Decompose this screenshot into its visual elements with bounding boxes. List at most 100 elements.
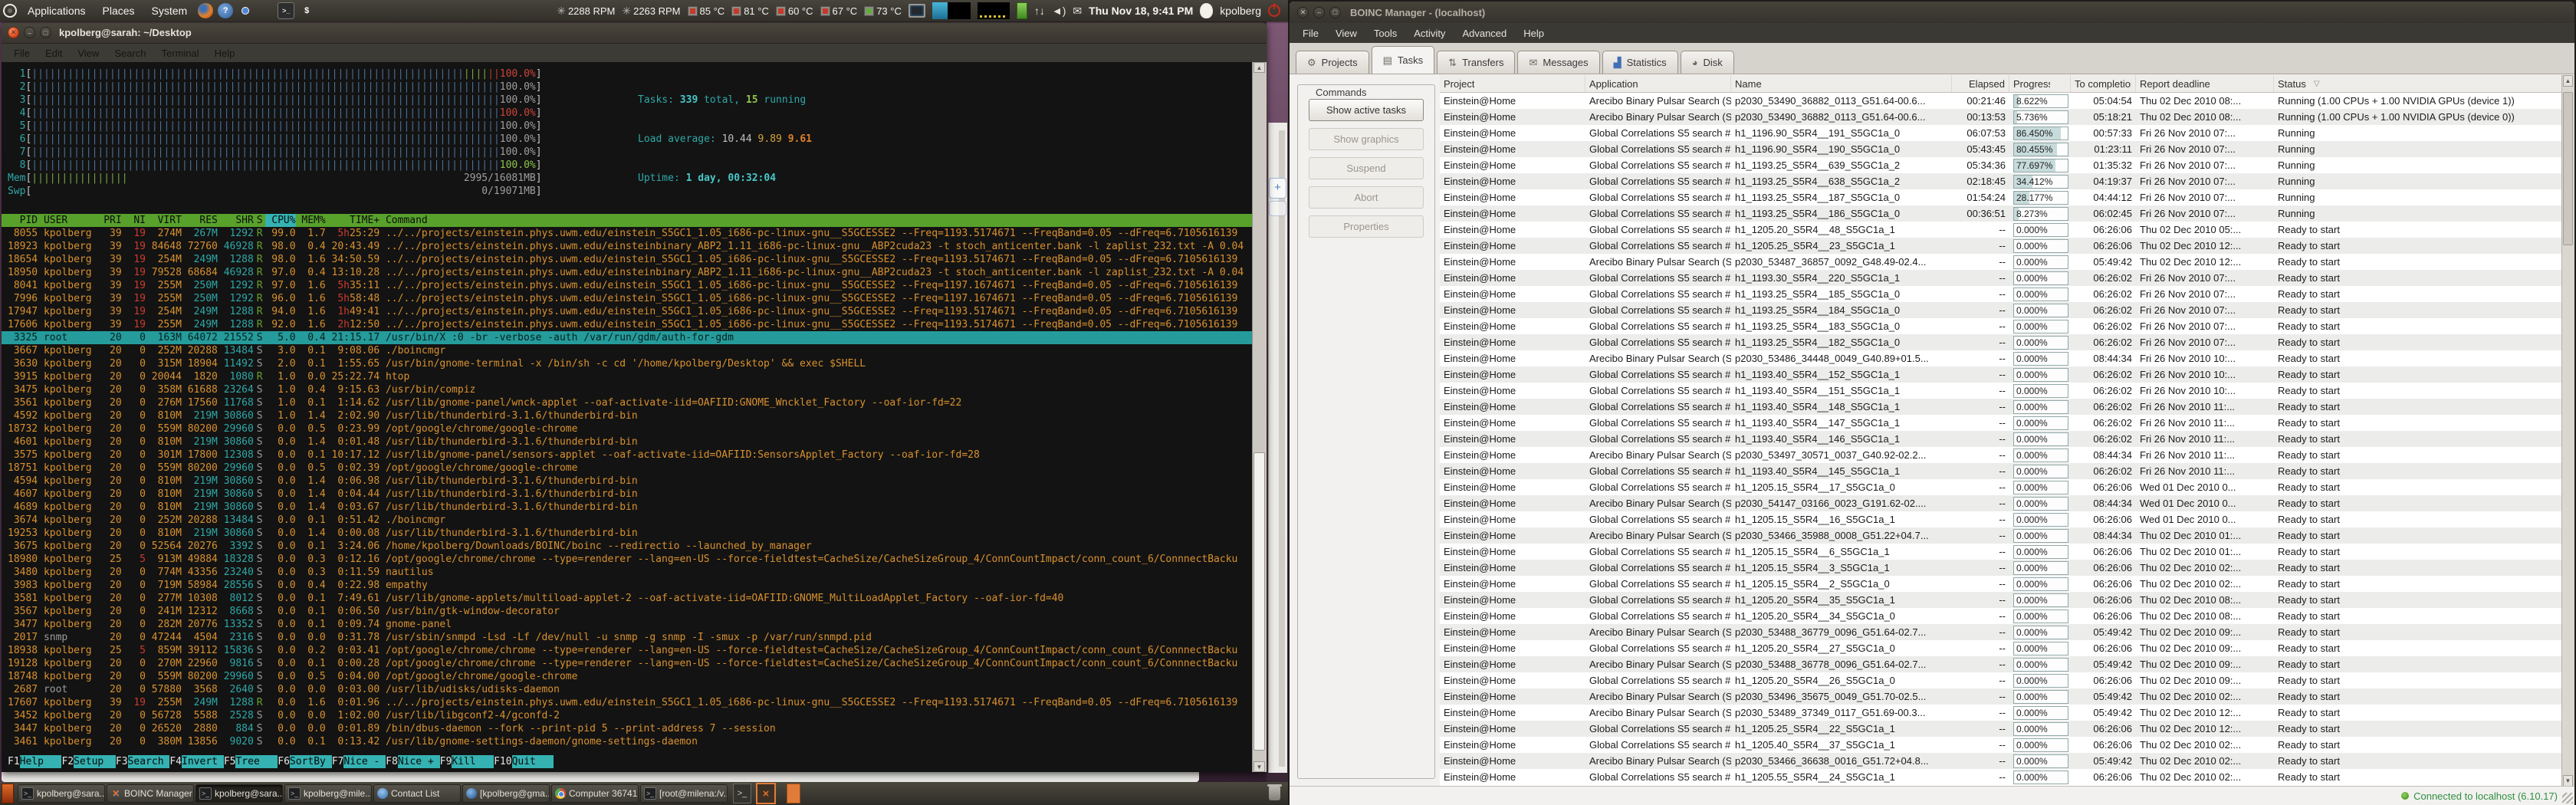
tray-terminal-icon[interactable]: >_ <box>733 784 751 803</box>
process-row[interactable]: 18938kpolberg255859M3911215836S0.00.20:0… <box>2 644 1253 657</box>
task-row[interactable]: Einstein@HomeGlobal Correlations S5 sear… <box>1440 592 2562 608</box>
panel-menu-applications[interactable]: Applications <box>21 2 92 19</box>
power-icon[interactable] <box>1268 5 1280 17</box>
process-row[interactable]: 3667kpolberg200252M2028813484S3.00.19:08… <box>2 344 1253 357</box>
column-header-project[interactable]: Project <box>1440 75 1585 92</box>
task-row[interactable]: Einstein@HomeGlobal Correlations S5 sear… <box>1440 318 2562 334</box>
chrome-icon[interactable] <box>238 3 253 18</box>
htop-col-command[interactable]: Command <box>380 214 1253 227</box>
web-browser-icon[interactable] <box>258 3 273 18</box>
close-icon[interactable]: ✕ <box>1297 7 1309 18</box>
updown-arrows-icon[interactable]: ↑↓ <box>1034 5 1045 17</box>
htop-col-pri[interactable]: PRI <box>97 214 121 227</box>
close-icon[interactable]: ✕ <box>8 27 19 38</box>
task-row[interactable]: Einstein@HomeGlobal Correlations S5 sear… <box>1440 769 2562 785</box>
process-row[interactable]: 18751kpolberg200559M8020029960S0.00.50:0… <box>2 462 1253 475</box>
scroll-up-icon[interactable]: ▲ <box>2563 75 2573 87</box>
fkey-f7[interactable]: F7 <box>332 755 344 768</box>
process-row[interactable]: 3630kpolberg200315M1890411492S2.00.11:55… <box>2 357 1253 370</box>
task-row[interactable]: Einstein@HomeGlobal Correlations S5 sear… <box>1440 222 2562 238</box>
column-header-name[interactable]: Name <box>1731 75 1952 92</box>
process-row[interactable]: 18748kpolberg200559M8020029960S0.00.50:0… <box>2 670 1253 683</box>
terminal-menu-edit[interactable]: Edit <box>39 46 68 61</box>
terminal-menu-terminal[interactable]: Terminal <box>156 46 205 61</box>
fkey-f9[interactable]: F9 <box>440 755 452 768</box>
process-row[interactable]: 18654kpolberg3919254M249M1288R98.01.634:… <box>2 253 1253 266</box>
zoom-minus-icon[interactable] <box>1269 201 1286 216</box>
htop-col-virt[interactable]: VIRT <box>146 214 182 227</box>
task-row[interactable]: Einstein@HomeGlobal Correlations S5 sear… <box>1440 173 2562 189</box>
fkey-label[interactable]: Kill <box>452 755 494 768</box>
htop-col-res[interactable]: RES <box>182 214 218 227</box>
tasks-scrollbar[interactable]: ▲ ▼ <box>2561 75 2574 787</box>
fkey-label[interactable]: Nice + <box>398 755 440 768</box>
cpu-history-graph[interactable] <box>932 2 971 19</box>
process-row[interactable]: 3581kpolberg200277M103088012S0.00.17:49.… <box>2 592 1253 605</box>
username[interactable]: kpolberg <box>1220 5 1261 17</box>
process-row[interactable]: 4601kpolberg200810M219M30860S0.01.40:01.… <box>2 435 1253 449</box>
task-row[interactable]: Einstein@HomeGlobal Correlations S5 sear… <box>1440 399 2562 415</box>
process-row[interactable]: 4607kpolberg200810M219M30860S0.01.40:04.… <box>2 488 1253 501</box>
process-row[interactable]: 2687root2005788035682640S0.00.00:03.00/u… <box>2 683 1253 696</box>
taskbar-window-button[interactable]: ✕BOINC Manager ... <box>107 784 194 803</box>
terminal-icon[interactable]: >_ <box>278 2 294 19</box>
process-row[interactable]: 3447kpolberg200265202880884S0.00.00:01.8… <box>2 722 1253 735</box>
trash-icon[interactable] <box>1269 787 1280 800</box>
task-row[interactable]: Einstein@HomeArecibo Binary Pulsar Searc… <box>1440 705 2562 721</box>
boinc-menu-tools[interactable]: Tools <box>1367 26 1404 41</box>
fkey-f2[interactable]: F2 <box>61 755 74 768</box>
task-row[interactable]: Einstein@HomeGlobal Correlations S5 sear… <box>1440 640 2562 656</box>
task-row[interactable]: Einstein@HomeArecibo Binary Pulsar Searc… <box>1440 495 2562 511</box>
fkey-f5[interactable]: F5 <box>224 755 236 768</box>
task-row[interactable]: Einstein@HomeArecibo Binary Pulsar Searc… <box>1440 109 2562 125</box>
process-row[interactable]: 3575kpolberg200301M1780012308S0.00.110:1… <box>2 449 1253 462</box>
tab-projects[interactable]: ⚙Projects <box>1296 51 1369 74</box>
task-row[interactable]: Einstein@HomeGlobal Correlations S5 sear… <box>1440 721 2562 737</box>
task-row[interactable]: Einstein@HomeArecibo Binary Pulsar Searc… <box>1440 350 2562 366</box>
column-header-progress[interactable]: Progress <box>2009 75 2071 92</box>
process-row[interactable]: 3325root200163M6407221552S5.00.421:15.17… <box>2 331 1253 344</box>
process-row[interactable]: 3480kpolberg200774M4335623240S0.00.30:11… <box>2 566 1253 579</box>
process-row[interactable]: 3477kpolberg200282M2077613352S0.00.10:09… <box>2 618 1253 631</box>
process-row[interactable]: 17606kpolberg3919255M249M1288R92.01.62h1… <box>2 318 1253 331</box>
task-row[interactable]: Einstein@HomeGlobal Correlations S5 sear… <box>1440 479 2562 495</box>
process-row[interactable]: 8041kpolberg3919255M250M1292R97.01.65h35… <box>2 279 1253 292</box>
tab-messages[interactable]: ✉Messages <box>1517 51 1599 74</box>
maximize-icon[interactable]: □ <box>40 27 51 38</box>
task-row[interactable]: Einstein@HomeGlobal Correlations S5 sear… <box>1440 576 2562 592</box>
resize-grip[interactable] <box>2562 793 2573 803</box>
htop-col-shr[interactable]: SHR <box>218 214 254 227</box>
fkey-label[interactable]: SortBy <box>290 755 332 768</box>
ubuntu-logo-icon[interactable] <box>3 4 17 18</box>
taskbar-window-button[interactable]: >_kpolberg@sara... <box>196 784 283 803</box>
process-row[interactable]: 3567kpolberg200241M123128668S0.00.10:06.… <box>2 605 1253 618</box>
process-row[interactable]: 18950kpolberg3919795286868446928R97.00.4… <box>2 266 1253 279</box>
process-row[interactable]: 18923kpolberg3919846487276046928R98.00.4… <box>2 240 1253 253</box>
taskbar-window-button[interactable]: >_[root@milena:/v... <box>640 784 728 803</box>
fkey-label[interactable]: Nice - <box>343 755 386 768</box>
column-header-application[interactable]: Application <box>1585 75 1731 92</box>
column-header-status[interactable]: Status▽ <box>2274 75 2562 92</box>
column-header-elapsed[interactable]: Elapsed <box>1952 75 2009 92</box>
taskbar-window-button[interactable]: [kpolberg@gma... <box>462 784 550 803</box>
fkey-label[interactable]: Help <box>20 755 62 768</box>
task-row[interactable]: Einstein@HomeGlobal Correlations S5 sear… <box>1440 608 2562 624</box>
terminal-menu-search[interactable]: Search <box>108 46 152 61</box>
task-row[interactable]: Einstein@HomeGlobal Correlations S5 sear… <box>1440 544 2562 560</box>
firefox-icon[interactable] <box>198 3 213 18</box>
task-row[interactable]: Einstein@HomeGlobal Correlations S5 sear… <box>1440 334 2562 350</box>
process-row[interactable]: 3983kpolberg200719M5898428556S0.00.40:22… <box>2 579 1253 592</box>
tab-statistics[interactable]: ▟Statistics <box>1602 51 1678 74</box>
taskbar-window-button[interactable]: Computer 36741... <box>551 784 639 803</box>
scroll-down-icon[interactable]: ▼ <box>1254 761 1265 772</box>
process-row[interactable]: 19253kpolberg200810M219M30860S0.01.40:00… <box>2 527 1253 540</box>
user-avatar[interactable] <box>1200 3 1213 18</box>
fkey-f10[interactable]: F10 <box>494 755 511 768</box>
task-row[interactable]: Einstein@HomeGlobal Correlations S5 sear… <box>1440 463 2562 479</box>
process-row[interactable]: 3674kpolberg200252M2028813484S0.00.10:51… <box>2 514 1253 527</box>
task-row[interactable]: Einstein@HomeArecibo Binary Pulsar Searc… <box>1440 753 2562 769</box>
taskbar-window-button[interactable]: >_kpolberg@sara... <box>18 784 105 803</box>
mail-icon[interactable]: ✉ <box>1073 5 1082 18</box>
process-row[interactable]: 3475kpolberg200358M6168823264S1.00.49:15… <box>2 383 1253 396</box>
task-row[interactable]: Einstein@HomeGlobal Correlations S5 sear… <box>1440 737 2562 753</box>
